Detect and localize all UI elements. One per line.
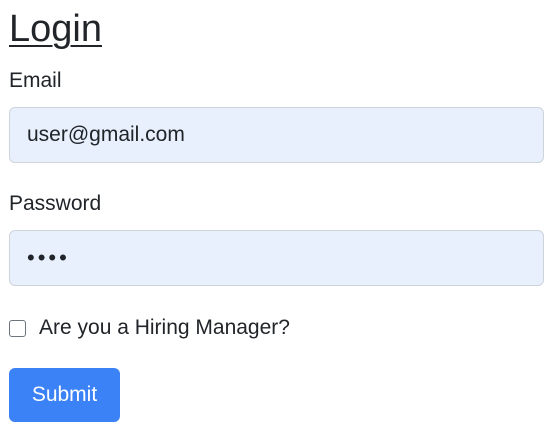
hiring-manager-label[interactable]: Are you a Hiring Manager? (39, 315, 290, 341)
submit-button[interactable]: Submit (9, 368, 120, 422)
page-title: Login (9, 8, 102, 50)
email-label: Email (9, 69, 62, 92)
hiring-manager-checkbox[interactable] (9, 319, 26, 337)
login-form: Email Password Are you a Hiring Manager?… (9, 68, 544, 422)
email-field[interactable] (9, 107, 544, 163)
login-page: Login Email Password Are you a Hiring Ma… (0, 0, 560, 438)
hiring-manager-option[interactable]: Are you a Hiring Manager? (9, 315, 544, 341)
password-label: Password (9, 192, 102, 215)
password-field[interactable] (9, 230, 544, 286)
